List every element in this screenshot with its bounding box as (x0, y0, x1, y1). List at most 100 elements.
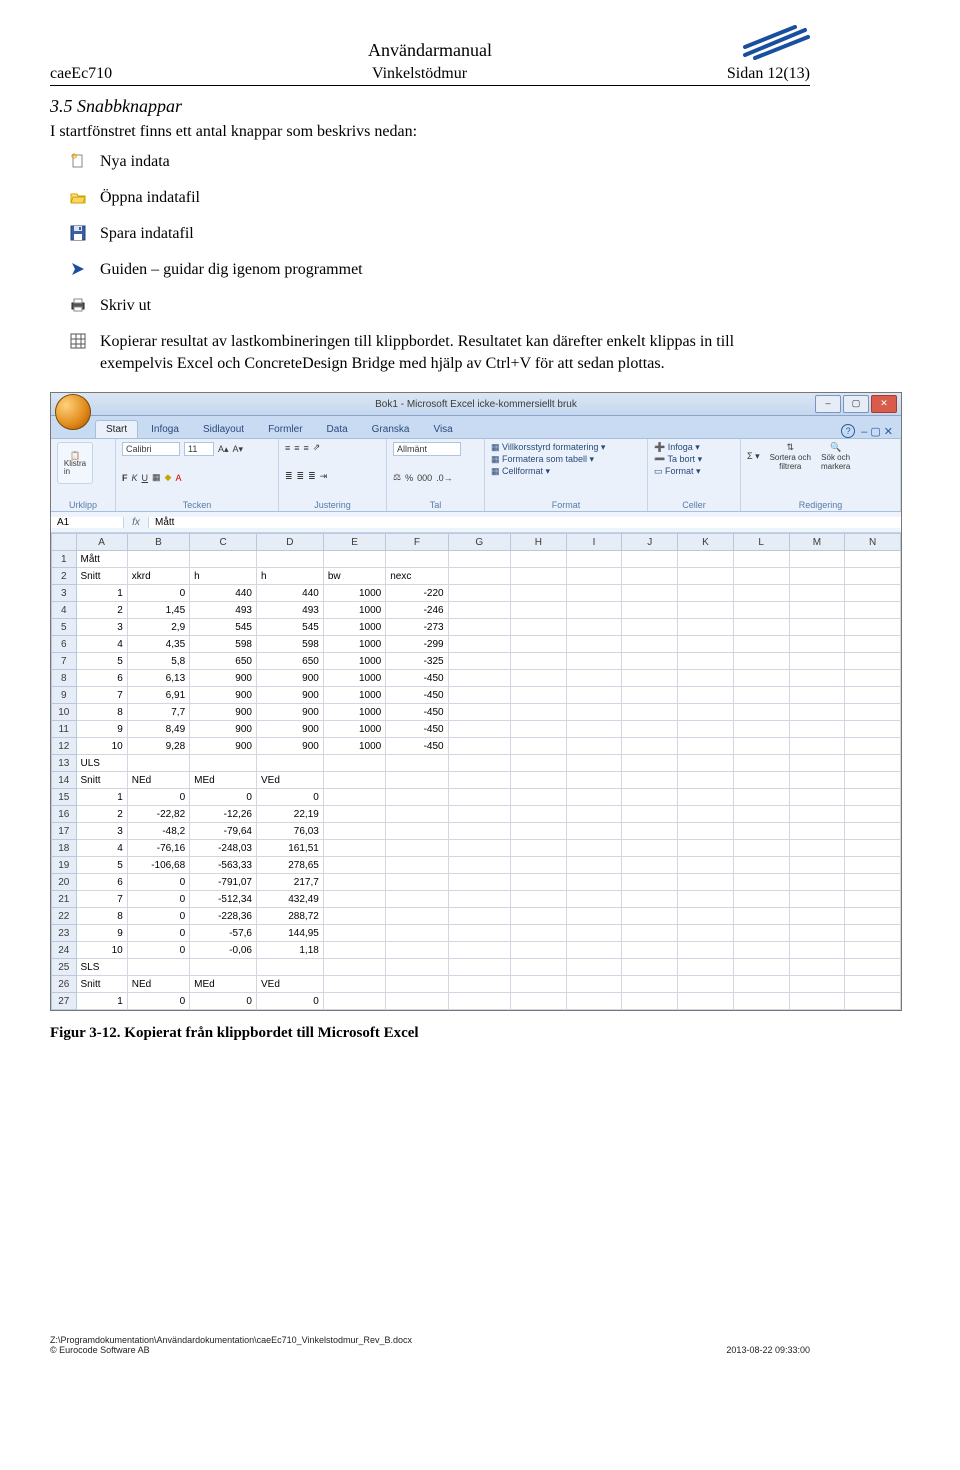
cell[interactable] (448, 670, 510, 687)
cell[interactable] (678, 738, 734, 755)
row-header[interactable]: 19 (52, 857, 77, 874)
cell[interactable]: -57,6 (190, 925, 257, 942)
cell[interactable]: 0 (127, 891, 189, 908)
font-color-icon[interactable]: A (175, 473, 181, 483)
cell[interactable]: 76,03 (256, 823, 323, 840)
cell[interactable] (678, 585, 734, 602)
column-header[interactable]: L (733, 534, 789, 551)
help-icon[interactable]: ? (841, 424, 855, 438)
row-header[interactable]: 3 (52, 585, 77, 602)
cell[interactable] (566, 857, 622, 874)
cell[interactable] (190, 959, 257, 976)
row-header[interactable]: 12 (52, 738, 77, 755)
cell[interactable] (256, 755, 323, 772)
name-box[interactable]: A1 (51, 517, 124, 528)
cell[interactable] (448, 976, 510, 993)
cell[interactable] (845, 687, 901, 704)
cell[interactable] (566, 823, 622, 840)
cell[interactable] (678, 789, 734, 806)
cell[interactable] (733, 993, 789, 1010)
table-row[interactable]: 195-106,68-563,33278,65 (52, 857, 901, 874)
ribbon-tab-start[interactable]: Start (95, 420, 138, 438)
cell[interactable] (511, 789, 567, 806)
cell[interactable]: Snitt (76, 568, 127, 585)
percent-icon[interactable]: % (405, 473, 413, 483)
cell[interactable] (622, 568, 678, 585)
cell[interactable]: 10 (76, 738, 127, 755)
cell[interactable]: 493 (190, 602, 257, 619)
cell[interactable] (789, 602, 845, 619)
cell[interactable]: 1000 (323, 585, 385, 602)
row-header[interactable]: 23 (52, 925, 77, 942)
cell[interactable]: 900 (256, 721, 323, 738)
cell[interactable] (448, 602, 510, 619)
cell[interactable]: VEd (256, 772, 323, 789)
cell[interactable]: 0 (256, 993, 323, 1010)
cell[interactable] (789, 704, 845, 721)
column-header[interactable]: N (845, 534, 901, 551)
cell[interactable] (511, 993, 567, 1010)
cell[interactable] (511, 687, 567, 704)
cell[interactable] (190, 551, 257, 568)
cell[interactable] (845, 840, 901, 857)
cell[interactable] (845, 738, 901, 755)
cell[interactable] (566, 789, 622, 806)
cell[interactable] (622, 806, 678, 823)
cell[interactable]: h (256, 568, 323, 585)
column-header[interactable]: K (678, 534, 734, 551)
cell[interactable] (566, 806, 622, 823)
ribbon-tab-data[interactable]: Data (316, 420, 359, 438)
cell[interactable] (789, 687, 845, 704)
table-row[interactable]: 26SnittNEdMEdVEd (52, 976, 901, 993)
cell[interactable] (386, 942, 448, 959)
cell[interactable] (622, 942, 678, 959)
table-row[interactable]: 866,139009001000-450 (52, 670, 901, 687)
thousands-icon[interactable]: 000 (417, 473, 432, 483)
cell[interactable] (622, 823, 678, 840)
row-header[interactable]: 17 (52, 823, 77, 840)
orientation-icon[interactable]: ⇗ (313, 442, 321, 453)
cell[interactable] (789, 721, 845, 738)
cell[interactable]: 0 (127, 942, 189, 959)
cell[interactable] (566, 959, 622, 976)
table-row[interactable]: 976,919009001000-450 (52, 687, 901, 704)
cell[interactable]: 545 (190, 619, 257, 636)
cell[interactable]: -450 (386, 721, 448, 738)
cell[interactable] (733, 857, 789, 874)
cell[interactable] (566, 874, 622, 891)
cell[interactable] (733, 772, 789, 789)
autosum-icon[interactable]: Σ ▾ (747, 451, 760, 462)
cell[interactable] (845, 551, 901, 568)
row-header[interactable]: 10 (52, 704, 77, 721)
cell[interactable] (511, 585, 567, 602)
row-header[interactable]: 20 (52, 874, 77, 891)
cell[interactable] (323, 993, 385, 1010)
cell[interactable] (511, 823, 567, 840)
cell[interactable]: -22,82 (127, 806, 189, 823)
cell[interactable]: 144,95 (256, 925, 323, 942)
row-header[interactable]: 1 (52, 551, 77, 568)
table-row[interactable]: 421,454934931000-246 (52, 602, 901, 619)
cell[interactable] (789, 806, 845, 823)
cell[interactable] (845, 874, 901, 891)
row-header[interactable]: 13 (52, 755, 77, 772)
cell[interactable]: 900 (190, 670, 257, 687)
close-button[interactable]: ✕ (871, 395, 897, 413)
cell[interactable]: 4 (76, 840, 127, 857)
cell[interactable] (678, 857, 734, 874)
cell[interactable]: 5 (76, 857, 127, 874)
cell[interactable] (733, 619, 789, 636)
cell[interactable] (845, 925, 901, 942)
cell[interactable] (511, 874, 567, 891)
cell[interactable]: 8 (76, 704, 127, 721)
cell[interactable] (733, 653, 789, 670)
cell[interactable] (678, 959, 734, 976)
cell[interactable] (678, 993, 734, 1010)
cell[interactable] (789, 636, 845, 653)
minimize-button[interactable]: – (815, 395, 841, 413)
cell[interactable] (566, 636, 622, 653)
cell[interactable] (448, 857, 510, 874)
cell[interactable]: 161,51 (256, 840, 323, 857)
align-center-icon[interactable]: ≣ (297, 471, 305, 482)
cell[interactable]: Snitt (76, 772, 127, 789)
